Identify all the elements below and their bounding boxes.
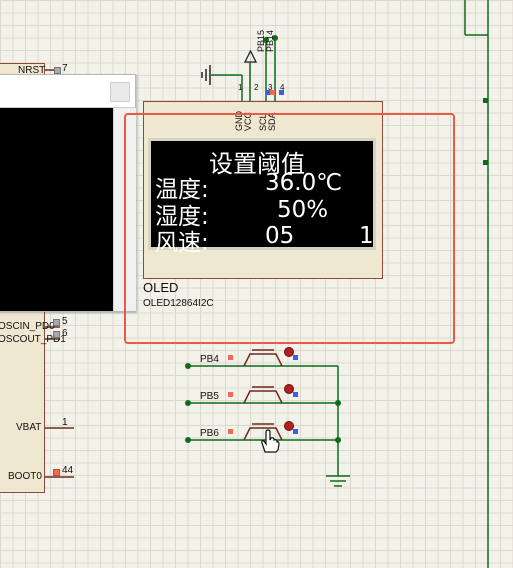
pin-marker [279,90,284,95]
junction-marker [483,98,488,103]
pin-marker [228,392,233,397]
mcu-pin-label-vbat: VBAT [16,422,42,433]
junction-marker [483,160,488,165]
terminal-titlebar[interactable] [0,75,135,108]
pin-marker [228,355,233,360]
pin-marker [53,469,60,476]
close-icon[interactable] [110,82,130,102]
mcu-pin-number: 7 [62,63,68,74]
mcu-pin-number: 5 [62,316,68,327]
pin-marker [53,331,60,338]
button-label-pb4: PB4 [200,354,219,365]
mcu-pin-number: 1 [62,417,68,428]
button-label-pb5: PB5 [200,391,219,402]
terminal-screen[interactable] [0,108,113,311]
ground-icon [201,65,211,85]
button-pb4[interactable] [244,345,284,369]
pin-marker [270,90,275,95]
pin-marker [293,429,298,434]
pin-marker [53,319,60,326]
oled-pin-number: 2 [254,83,259,92]
net-label-pb14: PB14 [265,29,275,52]
highlight-box [124,113,455,344]
pin-marker [228,429,233,434]
button-label-pb6: PB6 [200,428,219,439]
mcu-pin-label-boot0: BOOT0 [8,471,42,482]
pin-marker [293,355,298,360]
power-arrow-icon [244,50,257,63]
oled-pin-number: 1 [238,83,243,92]
mcu-pin-number: 6 [62,328,68,339]
mcu-pin-number: 44 [62,465,74,476]
virtual-terminal-window[interactable] [0,74,136,312]
mcu-pin-label-oscin: OSCIN_PD0 [0,321,55,332]
pin-marker [54,67,61,74]
pin-marker [293,392,298,397]
button-pb5[interactable] [244,382,284,406]
hand-cursor-icon [261,429,280,453]
